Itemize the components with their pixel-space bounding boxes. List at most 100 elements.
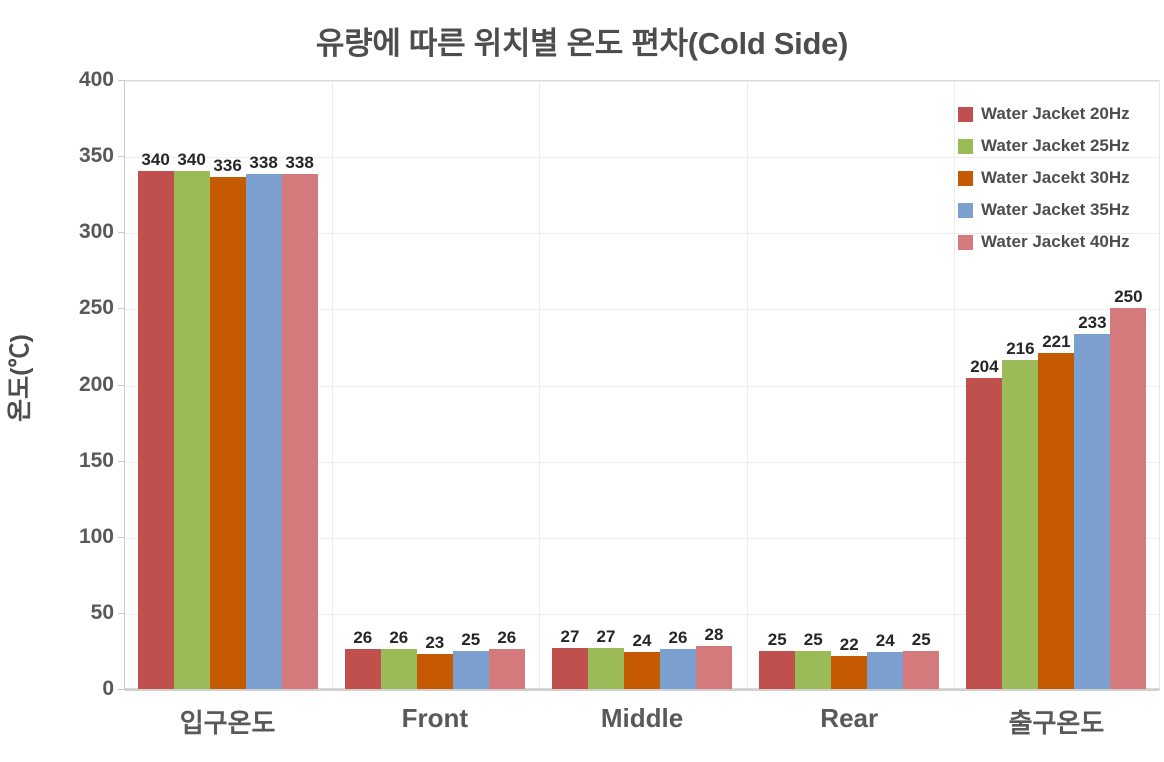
bar-slot: 23 xyxy=(416,80,453,689)
bar-value-label: 27 xyxy=(596,626,616,646)
bar-value-label: 336 xyxy=(213,156,242,176)
bar-value-label: 27 xyxy=(560,626,580,646)
bar-value-label: 216 xyxy=(1006,339,1035,359)
y-axis-tickmark xyxy=(118,689,124,690)
bar[interactable]: 336 xyxy=(209,157,246,689)
legend-item[interactable]: Water Jacket 40Hz xyxy=(958,226,1158,258)
x-axis-category-labels: 입구온도 Front Middle Rear 출구온도 xyxy=(124,703,1160,748)
y-axis-tick-label: 150 xyxy=(78,448,114,472)
y-axis-title: 온도(℃) xyxy=(6,334,34,422)
legend-color-swatch xyxy=(958,138,973,154)
bar-value-label: 340 xyxy=(141,150,170,170)
legend-item[interactable]: Water Jacket 35Hz xyxy=(958,194,1158,226)
bar[interactable]: 338 xyxy=(245,154,282,689)
legend-color-swatch xyxy=(958,202,973,218)
bar-value-label: 204 xyxy=(970,357,999,377)
x-axis-category-label: Rear xyxy=(820,703,879,733)
bar-group: 340 340 336 338 338 xyxy=(124,80,331,689)
bar[interactable]: 250 xyxy=(1110,288,1147,689)
bar[interactable]: 25 xyxy=(759,631,796,689)
bar-value-label: 338 xyxy=(249,153,278,173)
y-axis-tick-label: 350 xyxy=(78,144,114,168)
x-axis-category-label: 출구온도 xyxy=(1008,708,1105,738)
bar[interactable]: 340 xyxy=(173,151,210,689)
y-axis-tick-labels: 400 350 300 250 200 150 100 50 0 xyxy=(44,0,114,762)
y-axis-tick-label: 100 xyxy=(78,524,114,548)
bar[interactable]: 25 xyxy=(452,631,489,689)
bar-slot: 24 xyxy=(624,80,660,689)
legend-item[interactable]: Water Jacket 20Hz xyxy=(958,98,1158,130)
bar-value-label: 23 xyxy=(425,632,445,652)
bar-slot: 340 xyxy=(173,80,210,689)
bar-value-label: 221 xyxy=(1042,331,1071,351)
bar-slot: 26 xyxy=(380,80,417,689)
legend-label: Water Jacekt 30Hz xyxy=(981,168,1130,187)
chart-title: 유량에 따른 위치별 온도 편차(Cold Side) xyxy=(315,26,849,61)
bar-value-label: 26 xyxy=(668,628,688,648)
bar-slot: 27 xyxy=(552,80,588,689)
bar[interactable]: 25 xyxy=(903,631,940,689)
legend-color-swatch xyxy=(958,234,973,250)
bar[interactable]: 221 xyxy=(1038,333,1075,689)
bar-slot: 25 xyxy=(759,80,796,689)
bar-value-label: 233 xyxy=(1078,313,1107,333)
bar-value-label: 26 xyxy=(497,628,517,648)
bar[interactable]: 22 xyxy=(831,636,868,689)
bar-value-label: 25 xyxy=(911,629,931,649)
bar-slot: 22 xyxy=(831,80,868,689)
bar-group: 26 26 23 25 26 xyxy=(331,80,538,689)
bar[interactable]: 26 xyxy=(660,629,696,689)
bar-slot: 26 xyxy=(344,80,381,689)
bar[interactable]: 204 xyxy=(966,358,1003,689)
bar-slot: 25 xyxy=(452,80,489,689)
bar-value-label: 25 xyxy=(461,629,481,649)
bar[interactable]: 25 xyxy=(795,631,832,689)
y-axis-tick-label: 50 xyxy=(90,600,114,624)
bar[interactable]: 340 xyxy=(137,151,174,689)
legend-item[interactable]: Water Jacekt 30Hz xyxy=(958,162,1158,194)
bar[interactable]: 233 xyxy=(1074,314,1111,689)
bar[interactable]: 24 xyxy=(624,632,660,689)
bar[interactable]: 216 xyxy=(1002,340,1039,689)
legend-label: Water Jacket 40Hz xyxy=(981,232,1130,251)
bar-value-label: 250 xyxy=(1114,287,1143,307)
bar[interactable]: 28 xyxy=(696,626,732,689)
bar[interactable]: 23 xyxy=(416,634,453,689)
gridline xyxy=(125,690,1159,691)
bar-value-label: 28 xyxy=(704,625,724,645)
legend-color-swatch xyxy=(958,106,973,122)
bar[interactable]: 27 xyxy=(552,628,588,689)
bar[interactable]: 26 xyxy=(344,629,381,689)
bar[interactable]: 24 xyxy=(867,632,904,689)
legend-color-swatch xyxy=(958,170,973,186)
y-axis-tick-label: 300 xyxy=(78,220,114,244)
bar-slot: 340 xyxy=(137,80,174,689)
x-axis-line xyxy=(124,689,1160,690)
bar[interactable]: 26 xyxy=(380,629,417,689)
legend-item[interactable]: Water Jacket 25Hz xyxy=(958,130,1158,162)
bar-group: 25 25 22 24 25 xyxy=(746,80,953,689)
bar-group: 27 27 24 26 28 xyxy=(538,80,745,689)
bar-slot: 25 xyxy=(795,80,832,689)
bar-value-label: 25 xyxy=(803,629,823,649)
bar-slot: 26 xyxy=(660,80,696,689)
bar-slot: 338 xyxy=(245,80,282,689)
x-axis-category-label: 입구온도 xyxy=(179,708,276,738)
legend-label: Water Jacket 35Hz xyxy=(981,200,1130,219)
y-axis-tick-label: 200 xyxy=(78,372,114,396)
legend-label: Water Jacket 20Hz xyxy=(981,104,1130,123)
bar-value-label: 340 xyxy=(177,150,206,170)
bar-slot: 25 xyxy=(903,80,940,689)
bar-slot: 338 xyxy=(281,80,318,689)
bar-slot: 27 xyxy=(588,80,624,689)
bar-slot: 28 xyxy=(696,80,732,689)
bar-slot: 336 xyxy=(209,80,246,689)
y-axis-tick-label: 0 xyxy=(102,677,114,700)
bar[interactable]: 338 xyxy=(281,154,318,689)
bar-value-label: 25 xyxy=(767,629,787,649)
bar-value-label: 26 xyxy=(389,628,409,648)
bar-value-label: 24 xyxy=(875,631,895,651)
bar[interactable]: 27 xyxy=(588,628,624,689)
bar[interactable]: 26 xyxy=(488,629,525,689)
x-axis-category-label: Front xyxy=(401,703,469,733)
